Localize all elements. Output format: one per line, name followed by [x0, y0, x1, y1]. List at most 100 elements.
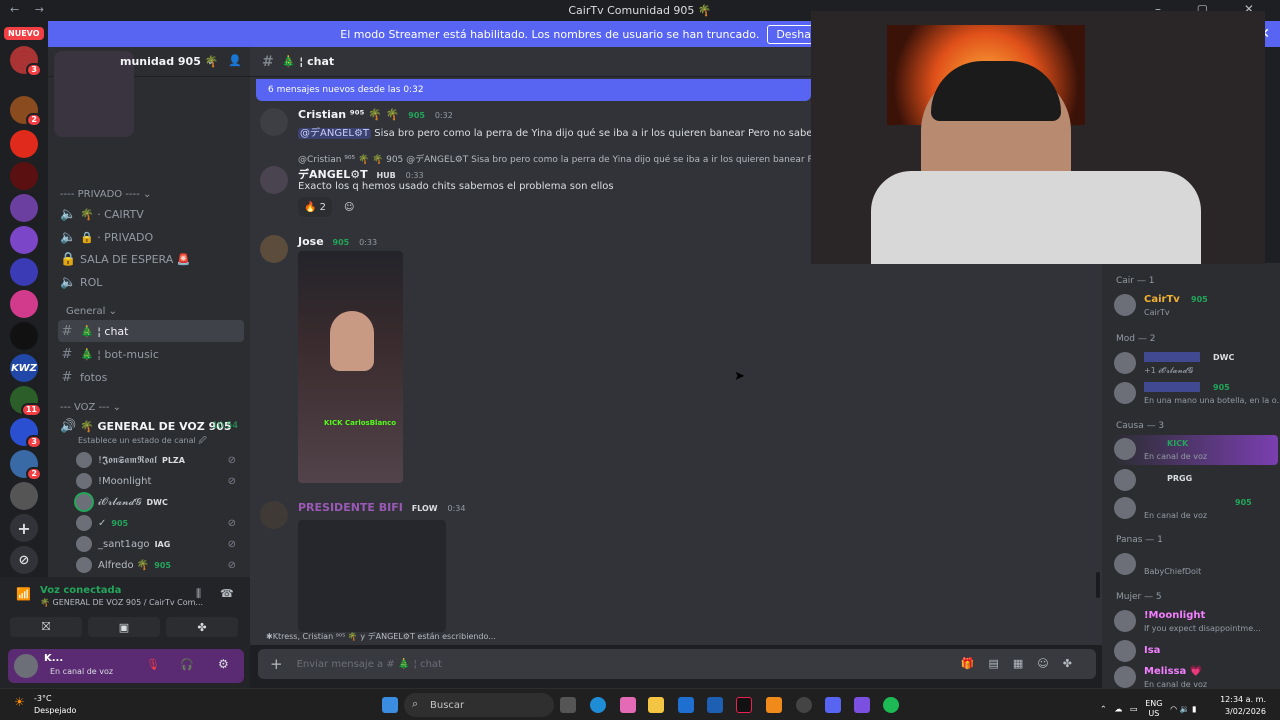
server-name[interactable]: munidad 905 🌴	[120, 55, 218, 68]
category-voz[interactable]: --- VOZ --- ⌄	[60, 402, 121, 413]
server-icon[interactable]: 2	[10, 450, 42, 481]
camera-off-button[interactable]: ⛝	[10, 617, 82, 637]
store-icon[interactable]	[678, 697, 694, 713]
app-icon[interactable]	[766, 697, 782, 713]
edge-icon[interactable]	[590, 697, 606, 713]
message-author[interactable]: Jose 905 0:33	[298, 235, 377, 248]
reaction-fire[interactable]: 🔥 2	[298, 197, 333, 217]
server-icon[interactable]: 11	[10, 386, 42, 417]
scrollbar[interactable]	[1096, 572, 1100, 598]
avatar[interactable]	[14, 654, 38, 678]
image-attachment[interactable]	[298, 520, 446, 632]
voice-user[interactable]: Alfredo 🌴 905 ⊘	[76, 555, 242, 575]
cloud-icon[interactable]: ☁	[1114, 705, 1122, 714]
voice-channel-general[interactable]: 🔊 🌴 GENERAL DE VOZ 905 10:54	[58, 415, 244, 437]
copilot-icon[interactable]	[620, 697, 636, 713]
composer-tools-icons[interactable]: 🎁▤▦☺✤	[961, 657, 1086, 670]
server-icon[interactable]: 2	[10, 96, 42, 127]
message-author[interactable]: Cristian ⁹⁰⁵ 🌴 🌴 905 0:32	[298, 108, 453, 121]
spotify-icon[interactable]	[883, 697, 899, 713]
category-general[interactable]: General ⌄	[66, 306, 117, 317]
mic-muted-icon[interactable]: 🎙	[146, 658, 160, 671]
noise-icon[interactable]: ⫼	[196, 587, 201, 601]
weather-icon[interactable]: ☀	[14, 695, 25, 709]
member-item[interactable]: Melissa 💗 En canal de voz	[1112, 663, 1278, 688]
server-icon[interactable]	[10, 130, 38, 158]
category-privado[interactable]: ---- PRIVADO ---- ⌄	[60, 189, 151, 200]
member-item[interactable]: 905 En una mano una botella, en la o...	[1112, 379, 1280, 409]
wifi-icon[interactable]: ◠	[1170, 705, 1177, 714]
chevron-up-icon[interactable]: ⌃	[1100, 705, 1107, 714]
headphones-icon[interactable]: 🎧	[180, 658, 194, 671]
app-icon[interactable]	[854, 697, 870, 713]
channel-privado[interactable]: 🔈 🔒 · PRIVADO	[58, 226, 244, 248]
server-icon[interactable]	[10, 290, 38, 318]
server-icon[interactable]	[10, 226, 38, 254]
avatar[interactable]	[260, 235, 288, 263]
windows-start-icon[interactable]	[382, 697, 398, 713]
chrome-icon[interactable]	[796, 697, 812, 713]
add-attachment-icon[interactable]: +	[270, 655, 283, 673]
member-item[interactable]: PRGG	[1112, 466, 1278, 496]
voice-user[interactable]: _sant1ago IAG ⊘	[76, 534, 242, 554]
member-item[interactable]: KICK En canal de voz	[1112, 435, 1278, 465]
channel-rol[interactable]: 🔈 ROL	[58, 271, 244, 293]
reply-preview[interactable]: @Cristian ⁹⁰⁵ 🌴 🌴 905 @デANGEL⚙T Sisa bro…	[298, 152, 849, 165]
activities-button[interactable]: ✤	[166, 617, 238, 637]
member-item[interactable]: DWC +1 𝓲𝓞𝓻𝓵𝓪𝓷𝓭𝓖	[1112, 349, 1278, 379]
invite-icon[interactable]: 👤	[228, 54, 242, 67]
channel-status[interactable]: Establece un estado de canal 🖉	[78, 435, 207, 449]
server-icon[interactable]: KWZ	[10, 354, 38, 382]
voice-user[interactable]: ✓ 905 ⊘	[76, 513, 242, 533]
screen-share-button[interactable]: ▣	[88, 617, 160, 637]
message-composer[interactable]: + Enviar mensaje a # 🎄 ¦ chat 🎁▤▦☺✤	[258, 649, 1096, 679]
server-icon[interactable]	[10, 194, 38, 222]
server-icon[interactable]	[10, 482, 38, 510]
discord-icon[interactable]	[825, 697, 841, 713]
signal-icon[interactable]: 📶	[16, 587, 31, 601]
back-forward-icons[interactable]: ← →	[10, 3, 50, 16]
add-server-icon[interactable]: +	[10, 514, 38, 542]
network-icon[interactable]: ▭	[1130, 705, 1138, 714]
system-tray[interactable]: ⌃ ☁ ▭ ENG US ◠ 🔉 ▮	[1100, 699, 1197, 719]
language-indicator[interactable]: ENG US	[1145, 699, 1162, 719]
discover-icon[interactable]: ⊘	[10, 546, 38, 574]
channel-sala-de-espera[interactable]: 🔒 SALA DE ESPERA 🚨	[58, 248, 244, 270]
channel-fotos[interactable]: # fotos	[58, 366, 244, 388]
server-icon[interactable]	[10, 322, 38, 350]
avatar[interactable]	[260, 108, 288, 136]
search-box[interactable]: ⌕ Buscar	[404, 693, 554, 717]
tiktok-icon[interactable]	[736, 697, 752, 713]
message-author[interactable]: デANGEL⚙T HUB 0:33	[298, 166, 424, 182]
task-view-icon[interactable]	[560, 697, 576, 713]
outlook-icon[interactable]	[707, 697, 723, 713]
chevron-down-icon[interactable]: ⌄	[206, 54, 215, 67]
file-explorer-icon[interactable]	[648, 697, 664, 713]
channel-bot-music[interactable]: # 🎄 ¦ bot-music	[58, 343, 244, 365]
voice-channel-link[interactable]: 🌴 GENERAL DE VOZ 905 / CairTv Com...	[40, 598, 203, 607]
avatar[interactable]	[260, 166, 288, 194]
member-item[interactable]: CairTv 905 CairTv	[1112, 291, 1278, 321]
battery-icon[interactable]: ▮	[1192, 705, 1196, 714]
server-icon[interactable]	[10, 162, 38, 190]
gear-icon[interactable]: ⚙	[218, 657, 229, 671]
voice-user[interactable]: !𝕵𝖔𝖓𝕾𝖆𝖒𝕽𝖔𝖆𝖑 PLZA ⊘	[76, 450, 242, 470]
server-icon[interactable]	[10, 258, 38, 286]
avatar[interactable]	[260, 501, 288, 529]
username[interactable]: K...	[44, 653, 63, 664]
clock[interactable]: 12:34 a. m. 3/02/2026	[1220, 694, 1266, 718]
server-icon[interactable]: 3	[10, 418, 42, 449]
add-reaction-icon[interactable]: ☺	[338, 197, 360, 217]
member-item[interactable]: !Moonlight If you expect disappointme...	[1112, 607, 1278, 637]
message-author[interactable]: PRESIDENTE BIFI FLOW 0:34	[298, 501, 465, 514]
composer-placeholder[interactable]: Enviar mensaje a # 🎄 ¦ chat	[297, 659, 442, 670]
voice-user[interactable]: 𝓲𝓞𝓻𝓵𝓪𝓷𝓭𝓖 DWC	[76, 492, 242, 512]
channel-cairtv[interactable]: 🔈 🌴 · CAIRTV	[58, 203, 244, 225]
member-item[interactable]: BabyChiefDoit	[1112, 550, 1278, 580]
new-messages-bar[interactable]: 6 mensajes nuevos desde las 0:32	[256, 79, 811, 101]
volume-icon[interactable]: 🔉	[1180, 705, 1190, 714]
voice-user[interactable]: !Moonlight ⊘	[76, 471, 242, 491]
member-item[interactable]: 905 En canal de voz	[1112, 494, 1278, 524]
weather-widget[interactable]: -3°C Despejado	[34, 693, 76, 717]
disconnect-icon[interactable]: ☎	[220, 587, 234, 600]
